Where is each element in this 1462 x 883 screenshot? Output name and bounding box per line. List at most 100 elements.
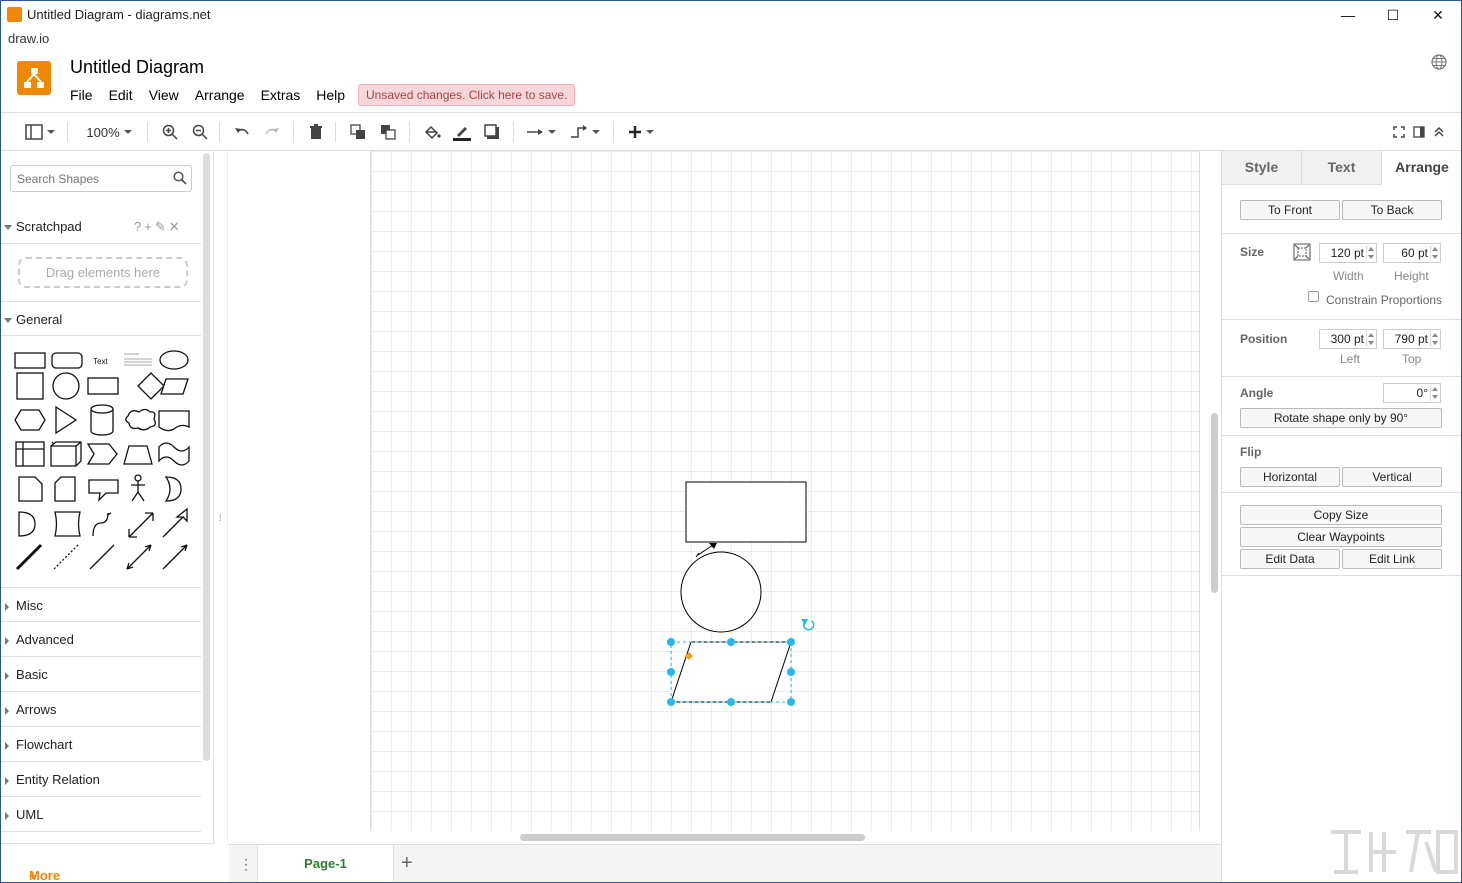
section-arrows[interactable]: Arrows [1, 692, 201, 727]
copy-size-button[interactable]: Copy Size [1240, 505, 1442, 525]
page-tab[interactable]: Page-1 [257, 845, 394, 882]
diagram-circle[interactable] [680, 551, 762, 633]
add-page-icon[interactable]: + [401, 852, 413, 875]
line-color-button[interactable] [451, 121, 473, 143]
search-icon[interactable] [173, 171, 187, 185]
diagram-shapes[interactable] [229, 151, 1221, 844]
section-entity-relation[interactable]: Entity Relation [1, 762, 201, 797]
section-flowchart[interactable]: Flowchart [1, 727, 201, 762]
height-spinner[interactable] [1430, 245, 1439, 261]
diagram-canvas[interactable] [229, 151, 1221, 844]
shape-actor-body [131, 481, 145, 502]
more-shapes-button[interactable]: + More Shapes... [1, 843, 214, 882]
shape-triangle [55, 405, 78, 435]
menu-arrange[interactable]: Arrange [187, 87, 253, 103]
redo-button[interactable] [261, 121, 283, 143]
format-toggle-button[interactable] [1411, 121, 1427, 143]
horizontal-scrollbar[interactable] [520, 834, 865, 841]
width-spinner[interactable] [1366, 245, 1375, 261]
to-front-icon [350, 124, 365, 139]
scratchpad-label: Scratchpad [16, 219, 82, 234]
waypoint-icon [571, 125, 587, 138]
section-uml[interactable]: UML [1, 797, 201, 832]
insert-button[interactable] [623, 121, 659, 143]
shape-note [18, 476, 43, 502]
shape-bidirectional-arrow [106, 512, 154, 538]
collapse-header-button[interactable] [1431, 121, 1447, 143]
sidebar-scrollbar[interactable] [203, 153, 210, 761]
rotate-90-button[interactable]: Rotate shape only by 90° [1240, 408, 1442, 428]
section-advanced[interactable]: Advanced [1, 622, 201, 657]
left-input[interactable]: 300 pt [1319, 329, 1377, 349]
zoom-in-button[interactable] [159, 121, 181, 143]
section-misc[interactable]: Misc [1, 587, 201, 622]
menu-help[interactable]: Help [308, 87, 353, 103]
scratchpad-dropzone[interactable]: Drag elements here [18, 257, 188, 288]
menu-extras[interactable]: Extras [253, 87, 309, 103]
shapes-sidebar: Scratchpad ?+✎✕ Drag elements here Gener… [1, 151, 214, 882]
to-back-button[interactable] [377, 121, 399, 143]
width-input[interactable]: 120 pt [1319, 243, 1377, 263]
shape-cylinder [90, 404, 114, 436]
left-label: Left [1340, 352, 1361, 366]
section-basic[interactable]: Basic [1, 657, 201, 692]
left-spinner[interactable] [1366, 331, 1375, 347]
shape-parallelogram [160, 378, 189, 395]
close-button[interactable]: ✕ [1415, 1, 1461, 29]
rotate-handle-icon[interactable] [801, 619, 815, 631]
height-input[interactable]: 60 pt [1383, 243, 1441, 263]
fill-color-button[interactable] [421, 121, 443, 143]
zoom-select[interactable]: 100% [81, 121, 137, 143]
sidebar-splitter[interactable]: ⁞ [216, 151, 228, 844]
waypoint-style-select[interactable] [567, 121, 603, 143]
vertical-scrollbar[interactable] [1211, 413, 1218, 593]
edit-link-button[interactable]: Edit Link [1342, 549, 1442, 569]
to-front-button[interactable] [347, 121, 369, 143]
angle-label: Angle [1240, 386, 1274, 400]
shape-text-label: Text [93, 357, 108, 366]
drawio-logo[interactable] [17, 61, 51, 95]
tab-style[interactable]: Style [1222, 151, 1302, 185]
connection-style-select[interactable] [523, 121, 559, 143]
unsaved-changes-button[interactable]: Unsaved changes. Click here to save. [358, 84, 576, 106]
tab-text[interactable]: Text [1302, 151, 1382, 185]
to-front-button[interactable]: To Front [1240, 200, 1340, 220]
height-value: 60 pt [1401, 246, 1428, 260]
document-title[interactable]: Untitled Diagram [70, 57, 204, 78]
shadow-button[interactable] [481, 121, 503, 143]
tab-arrange[interactable]: Arrange [1382, 151, 1461, 185]
menu-view[interactable]: View [141, 87, 187, 103]
to-back-button[interactable]: To Back [1342, 200, 1442, 220]
edit-data-button[interactable]: Edit Data [1240, 549, 1340, 569]
zoom-out-button[interactable] [189, 121, 211, 143]
width-label: Width [1333, 269, 1364, 283]
minimize-button[interactable]: — [1325, 1, 1371, 29]
diagram-rectangle[interactable] [685, 481, 807, 543]
angle-spinner[interactable] [1430, 385, 1439, 401]
undo-button[interactable] [231, 121, 253, 143]
angle-input[interactable]: 0° [1383, 383, 1441, 403]
maximize-button[interactable]: ☐ [1370, 1, 1416, 29]
zoom-value: 100% [86, 124, 120, 140]
menu-edit[interactable]: Edit [101, 87, 141, 103]
section-label: Misc [16, 598, 43, 613]
section-general[interactable]: General [1, 301, 201, 336]
scratchpad-tools[interactable]: ?+✎✕ [134, 219, 183, 235]
top-input[interactable]: 790 pt [1383, 329, 1441, 349]
constrain-proportions-checkbox[interactable] [1308, 291, 1319, 302]
delete-button[interactable] [305, 121, 327, 143]
flip-vertical-button[interactable]: Vertical [1342, 467, 1442, 487]
flip-horizontal-button[interactable]: Horizontal [1240, 467, 1340, 487]
format-panel-toggle[interactable] [23, 121, 57, 143]
diagram-parallelogram[interactable] [670, 641, 792, 703]
clear-waypoints-button[interactable]: Clear Waypoints [1240, 527, 1442, 547]
pages-menu-icon[interactable]: ⋮ [239, 856, 253, 873]
menu-file[interactable]: File [62, 87, 101, 103]
search-shapes-input[interactable] [10, 165, 192, 192]
autosize-icon[interactable] [1293, 243, 1311, 261]
section-label: Basic [16, 667, 48, 682]
globe-icon[interactable] [1431, 54, 1447, 70]
general-shapes-grid[interactable]: Text [11, 343, 197, 583]
fullscreen-button[interactable] [1391, 121, 1407, 143]
top-spinner[interactable] [1430, 331, 1439, 347]
